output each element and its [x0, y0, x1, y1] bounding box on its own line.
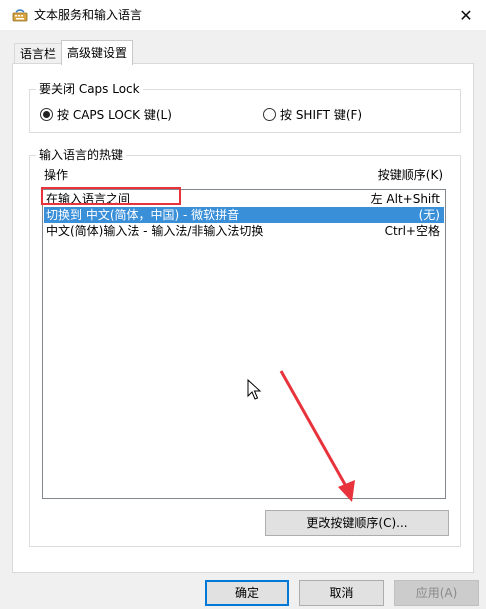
caps-lock-radio[interactable] — [40, 108, 53, 121]
list-item-key: (无) — [418, 208, 440, 222]
ok-button[interactable]: 确定 — [205, 580, 289, 606]
list-item[interactable]: 切换到 中文(简体，中国) - 微软拼音 (无) — [44, 207, 444, 223]
list-item-key: 左 Alt+Shift — [370, 192, 440, 206]
tab-language-bar[interactable]: 语言栏 — [14, 43, 63, 64]
window-title: 文本服务和输入语言 — [34, 8, 143, 22]
close-icon: ✕ — [459, 5, 473, 25]
cancel-button[interactable]: 取消 — [299, 580, 384, 606]
advanced-key-settings-panel: 要关闭 Caps Lock 按 CAPS LOCK 键(L) 按 SHIFT 键… — [12, 63, 474, 573]
title-bar: 文本服务和输入语言 ✕ — [0, 0, 486, 30]
hotkeys-group-title: 输入语言的热键 — [36, 147, 127, 163]
list-item-action: 中文(简体)输入法 - 输入法/非输入法切换 — [46, 224, 264, 238]
caps-lock-group-title: 要关闭 Caps Lock — [36, 81, 143, 97]
caps-lock-radio-label: 按 CAPS LOCK 键(L) — [57, 108, 172, 122]
mouse-cursor-icon — [247, 379, 262, 400]
caps-lock-radio-option[interactable]: 按 CAPS LOCK 键(L) — [40, 106, 172, 123]
list-item-key: Ctrl+空格 — [384, 224, 440, 238]
shift-radio-option[interactable]: 按 SHIFT 键(F) — [263, 106, 362, 123]
list-item-action: 切换到 中文(简体，中国) - 微软拼音 — [46, 208, 240, 222]
caps-lock-group: 要关闭 Caps Lock 按 CAPS LOCK 键(L) 按 SHIFT 键… — [29, 81, 461, 133]
close-button[interactable]: ✕ — [446, 0, 486, 30]
apply-button[interactable]: 应用(A) — [394, 580, 479, 606]
annotation-highlight-box — [41, 187, 181, 205]
shift-radio-label: 按 SHIFT 键(F) — [280, 108, 363, 122]
change-key-sequence-button[interactable]: 更改按键顺序(C)... — [265, 510, 449, 536]
column-header-action: 操作 — [44, 168, 69, 182]
tab-label: 语言栏 — [20, 47, 57, 61]
shift-radio[interactable] — [263, 108, 276, 121]
keyboard-app-icon — [12, 9, 28, 22]
column-header-key-sequence: 按键顺序(K) — [377, 168, 443, 182]
hotkey-listbox[interactable]: 在输入语言之间 左 Alt+Shift 切换到 中文(简体，中国) - 微软拼音… — [42, 189, 446, 499]
tab-advanced-key-settings[interactable]: 高级键设置 — [61, 40, 134, 65]
list-item[interactable]: 中文(简体)输入法 - 输入法/非输入法切换 Ctrl+空格 — [44, 223, 444, 239]
tab-label: 高级键设置 — [67, 46, 128, 60]
